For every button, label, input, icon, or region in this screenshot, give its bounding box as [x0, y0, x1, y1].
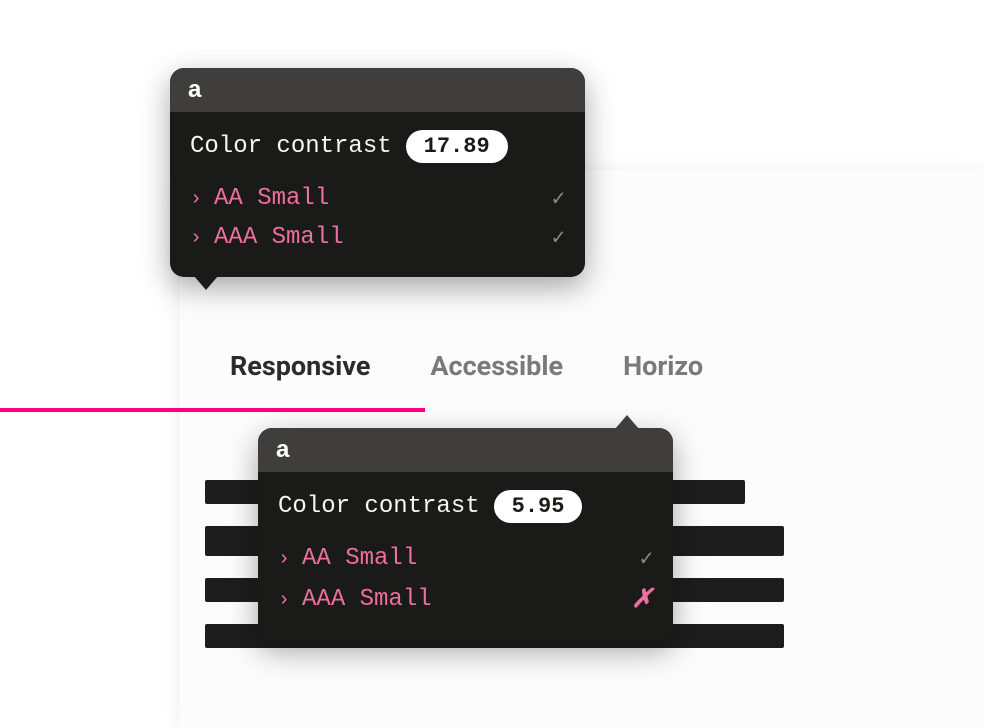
contrast-ratio-badge: 17.89: [406, 130, 508, 163]
criteria-label: AAA Small: [214, 224, 344, 251]
tab-horizontal[interactable]: Horizo: [623, 350, 703, 404]
check-icon: ✓: [552, 225, 565, 251]
tooltip-pointer-icon: [194, 276, 218, 290]
tooltip-title-row: Color contrast 17.89: [190, 130, 565, 163]
tooltip-title-row: Color contrast 5.95: [278, 490, 653, 523]
tooltip-header: a: [258, 428, 673, 472]
contrast-ratio-badge: 5.95: [494, 490, 583, 523]
criteria-row-aa-small[interactable]: › AA Small ✓: [190, 179, 565, 218]
tooltip-pointer-icon: [615, 415, 639, 429]
check-icon: ✓: [552, 186, 565, 212]
criteria-label: AA Small: [302, 545, 417, 572]
caret-icon: ›: [278, 589, 290, 612]
criteria-label: AAA Small: [302, 586, 432, 613]
tooltip-header: a: [170, 68, 585, 112]
caret-icon: ›: [278, 548, 290, 571]
tooltip-title: Color contrast: [278, 493, 480, 520]
contrast-tooltip-1: a Color contrast 17.89 › AA Small ✓ › AA…: [170, 68, 585, 277]
caret-icon: ›: [190, 227, 202, 250]
criteria-row-aaa-small[interactable]: › AAA Small ✗: [278, 578, 653, 621]
fail-icon: ✗: [631, 584, 653, 615]
tab-responsive[interactable]: Responsive: [230, 350, 370, 404]
criteria-row-aa-small[interactable]: › AA Small ✓: [278, 539, 653, 578]
tooltip-body: Color contrast 5.95 › AA Small ✓ › AAA S…: [258, 472, 673, 641]
caret-icon: ›: [190, 188, 202, 211]
tab-accessible[interactable]: Accessible: [430, 350, 563, 404]
contrast-tooltip-2: a Color contrast 5.95 › AA Small ✓ › AAA…: [258, 428, 673, 641]
tooltip-element-letter: a: [188, 76, 201, 104]
tooltip-element-letter: a: [276, 436, 289, 464]
criteria-row-aaa-small[interactable]: › AAA Small ✓: [190, 218, 565, 257]
criteria-label: AA Small: [214, 185, 329, 212]
tooltip-body: Color contrast 17.89 › AA Small ✓ › AAA …: [170, 112, 585, 277]
tooltip-title: Color contrast: [190, 133, 392, 160]
check-icon: ✓: [640, 546, 653, 572]
tab-active-underline: [0, 408, 425, 412]
